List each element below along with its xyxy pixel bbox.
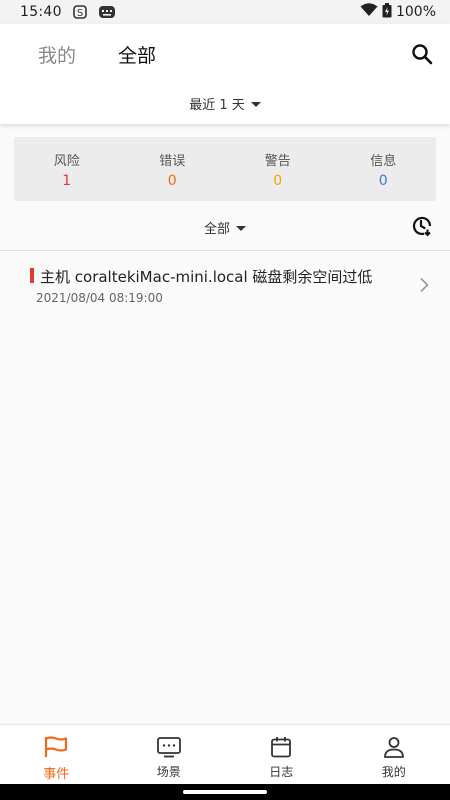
nav-label-mine: 我的	[381, 765, 406, 779]
search-icon[interactable]	[410, 42, 434, 66]
nav-item-events[interactable]: 事件	[0, 725, 113, 784]
stat-error-value: 0	[167, 173, 177, 189]
stat-warning-value: 0	[273, 173, 283, 189]
nav-label-logs: 日志	[269, 765, 294, 779]
top-bar: 我的 全部 最近 1 天	[0, 24, 450, 124]
wifi-icon	[360, 3, 378, 21]
tab-mine[interactable]: 我的	[38, 41, 76, 68]
chevron-down-icon	[236, 226, 246, 231]
monitor-icon	[156, 735, 182, 759]
nav-label-events: 事件	[43, 767, 70, 782]
event-title: 主机 coraltekiMac-mini.local 磁盘剩余空间过低	[40, 268, 373, 286]
flag-icon	[43, 735, 69, 759]
keyboard-icon	[98, 4, 116, 20]
status-bar: 15:40 S 100%	[0, 0, 450, 24]
stat-risk-label: 风险	[53, 154, 80, 169]
tab-all[interactable]: 全部	[118, 41, 156, 68]
stat-info-value: 0	[378, 173, 388, 189]
list-item[interactable]: 主机 coraltekiMac-mini.local 磁盘剩余空间过低 2021…	[0, 251, 450, 319]
history-icon[interactable]	[410, 214, 434, 238]
stat-error[interactable]: 错误 0	[120, 137, 226, 201]
gesture-bar	[0, 784, 450, 800]
nav-item-scenes[interactable]: 场景	[113, 725, 226, 784]
status-time: 15:40	[20, 4, 62, 20]
sync-icon: S	[72, 4, 88, 20]
home-indicator[interactable]	[183, 790, 267, 794]
nav-item-logs[interactable]: 日志	[225, 725, 338, 784]
time-range-dropdown[interactable]: 最近 1 天	[0, 94, 450, 113]
stat-info-label: 信息	[370, 154, 397, 169]
severity-summary: 风险 1 错误 0 警告 0 信息 0	[14, 137, 436, 201]
calendar-icon	[268, 735, 294, 759]
battery-icon	[382, 2, 392, 22]
event-time: 2021/08/04 08:19:00	[36, 291, 163, 305]
battery-percent: 100%	[395, 4, 436, 20]
chevron-right-icon	[418, 277, 430, 293]
filter-dropdown[interactable]: 全部	[0, 218, 450, 237]
stat-warning[interactable]: 警告 0	[225, 137, 331, 201]
svg-text:S: S	[77, 8, 83, 19]
severity-marker	[30, 268, 34, 283]
nav-label-scenes: 场景	[156, 765, 181, 779]
chevron-down-icon	[250, 102, 261, 107]
nav-item-mine[interactable]: 我的	[338, 725, 450, 784]
time-range-label: 最近 1 天	[189, 98, 245, 113]
filter-label: 全部	[203, 222, 230, 237]
person-icon	[381, 735, 407, 759]
stat-info[interactable]: 信息 0	[331, 137, 437, 201]
stat-error-label: 错误	[159, 154, 186, 169]
stat-warning-label: 警告	[264, 154, 291, 169]
stat-risk[interactable]: 风险 1	[14, 137, 120, 201]
bottom-navigation: 事件 场景 日志 我的	[0, 724, 450, 784]
stat-risk-value: 1	[62, 173, 72, 189]
